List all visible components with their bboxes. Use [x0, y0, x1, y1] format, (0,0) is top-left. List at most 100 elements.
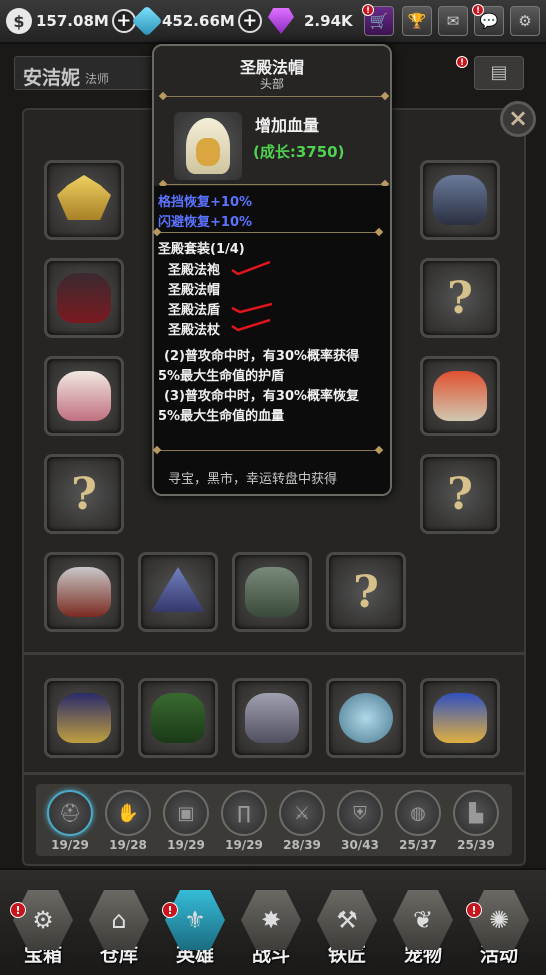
item-icon [174, 112, 242, 180]
category-count: 19/29 [225, 838, 263, 852]
chest-icon: ▤ [490, 62, 508, 83]
equipment-switch-button[interactable]: ▤ [474, 56, 524, 90]
nav-pet[interactable]: ❦ 宠物 [390, 890, 456, 967]
section-divider [22, 772, 526, 775]
equipment-slot[interactable] [44, 258, 124, 338]
set-title: 圣殿套装(1/4) [158, 242, 245, 257]
sword-icon: ⚔ [279, 790, 325, 836]
equipment-slot[interactable]: ? [326, 552, 406, 632]
equipment-slot[interactable] [420, 678, 500, 758]
iron-helm-icon [245, 567, 299, 617]
nav-battle[interactable]: ✸ 战斗 [238, 890, 304, 967]
gear-icon: ⚙ [518, 12, 532, 30]
shield-icon: ⛨ [337, 790, 383, 836]
gold-value: 157.08M [36, 12, 109, 30]
helmet-icon: ⛑ [47, 790, 93, 836]
equipment-slot[interactable] [420, 160, 500, 240]
category-progress-strip: ⛑ 19/29 ✋ 19/28 ▣ 19/29 ∏ 19/29 ⚔ 28/39 … [36, 784, 512, 856]
gold-resource: $ 157.08M + [6, 7, 136, 35]
category-tab-boots[interactable]: ▙ 25/39 [446, 784, 506, 852]
red-check-mark-icon [231, 260, 271, 276]
equipment-slot[interactable]: ? [44, 454, 124, 534]
equipment-slot[interactable] [232, 678, 312, 758]
amulet-icon: ◍ [395, 790, 441, 836]
ornament-divider [160, 96, 388, 97]
gem-value: 2.94K [304, 12, 353, 30]
steel-helm-icon [57, 567, 111, 617]
equipment-slot[interactable] [44, 356, 124, 436]
boots-icon: ▙ [453, 790, 499, 836]
category-tab-gloves[interactable]: ✋ 19/28 [98, 784, 158, 852]
armor-icon: ▣ [163, 790, 209, 836]
chat-icon: 💬 [479, 12, 499, 30]
chat-alert-icon: ! [472, 4, 484, 16]
set-effect: 5%最大生命值的护盾 [158, 369, 285, 384]
item-source: 寻宝，黑市，幸运转盘中获得 [168, 472, 338, 487]
bonus-line: 格挡恢复+10% [158, 195, 253, 210]
category-count: 19/29 [167, 838, 205, 852]
ornament-divider [154, 450, 382, 451]
category-count: 25/39 [457, 838, 495, 852]
set-item: 圣殿法袍 [168, 263, 221, 278]
category-tab-amulet[interactable]: ◍ 25/37 [388, 784, 448, 852]
bonus-line: 闪避恢复+10% [158, 215, 253, 230]
equipment-slot[interactable] [44, 160, 124, 240]
set-effect: (2)普攻命中时，有30%概率获得 [164, 349, 360, 364]
event-alert-icon: ! [466, 902, 482, 918]
category-tab-weapon[interactable]: ⚔ 28/39 [272, 784, 332, 852]
category-tab-helmet[interactable]: ⛑ 19/29 [40, 784, 100, 852]
settings-button[interactable]: ⚙ [510, 6, 540, 36]
close-button[interactable]: × [500, 101, 536, 137]
plume-helm-icon [433, 371, 487, 421]
wolf-helm-icon [245, 693, 299, 743]
item-tooltip: 圣殿法帽 头部 增加血量 (成长:3750) 格挡恢复+10% 闪避恢复+10%… [152, 44, 392, 496]
hero-name: 安洁妮 [23, 67, 81, 89]
nav-warehouse[interactable]: ⌂ 仓库 [86, 890, 152, 967]
hero-class: 法师 [85, 72, 110, 86]
equipment-slot[interactable]: ? [420, 454, 500, 534]
equipment-slot[interactable] [326, 678, 406, 758]
feather-hat-icon [57, 371, 111, 421]
equipment-slot[interactable] [44, 552, 124, 632]
dark-helm-icon [57, 273, 111, 323]
mask-icon [196, 138, 220, 166]
crystal-circlet-icon [339, 693, 393, 743]
category-tab-shield[interactable]: ⛨ 30/43 [330, 784, 390, 852]
add-crystal-button[interactable]: + [237, 9, 262, 33]
equipment-slot[interactable]: ? [420, 258, 500, 338]
item-growth: (成长:3750) [253, 143, 345, 161]
knight-helm-icon [433, 175, 487, 225]
wizard-hat-icon [151, 567, 205, 612]
category-tab-armor[interactable]: ▣ 19/29 [156, 784, 216, 852]
ranking-button[interactable]: 🏆 [402, 6, 432, 36]
equipment-slot[interactable] [420, 356, 500, 436]
item-description: 格挡恢复+10% 闪避恢复+10% 圣殿套装(1/4) 圣殿法袍 圣殿法帽 圣殿… [154, 186, 390, 494]
gem-icon [268, 8, 294, 34]
category-count: 19/28 [109, 838, 147, 852]
equipment-slot[interactable] [138, 552, 218, 632]
top-hat-icon [151, 693, 205, 743]
crystal-resource: 452.66M + [131, 5, 262, 37]
crown-icon [57, 175, 111, 220]
section-divider [22, 652, 526, 655]
category-count: 25/37 [399, 838, 437, 852]
equipment-slot[interactable] [138, 678, 218, 758]
unknown-item-icon: ? [447, 272, 473, 324]
gloves-icon: ✋ [105, 790, 151, 836]
unknown-item-icon: ? [71, 468, 97, 520]
nav-blacksmith[interactable]: ⚒ 铁匠 [314, 890, 380, 967]
mail-button[interactable]: ✉ [438, 6, 468, 36]
crystal-icon [131, 5, 163, 37]
trophy-icon: 🏆 [407, 12, 427, 30]
chest-alert-icon: ! [10, 902, 26, 918]
category-tab-pants[interactable]: ∏ 19/29 [214, 784, 274, 852]
category-count: 30/43 [341, 838, 379, 852]
equipment-slot[interactable] [44, 678, 124, 758]
ornament-divider [160, 184, 388, 185]
top-bar: $ 157.08M + 452.66M + 2.94K 🛒 ! 🏆 ✉ 💬 ! … [0, 0, 546, 44]
equipment-slot[interactable] [232, 552, 312, 632]
item-slot: 头部 [259, 77, 284, 91]
red-check-mark-icon [231, 302, 273, 314]
close-icon: × [507, 104, 529, 132]
cart-icon: 🛒 [369, 12, 389, 30]
